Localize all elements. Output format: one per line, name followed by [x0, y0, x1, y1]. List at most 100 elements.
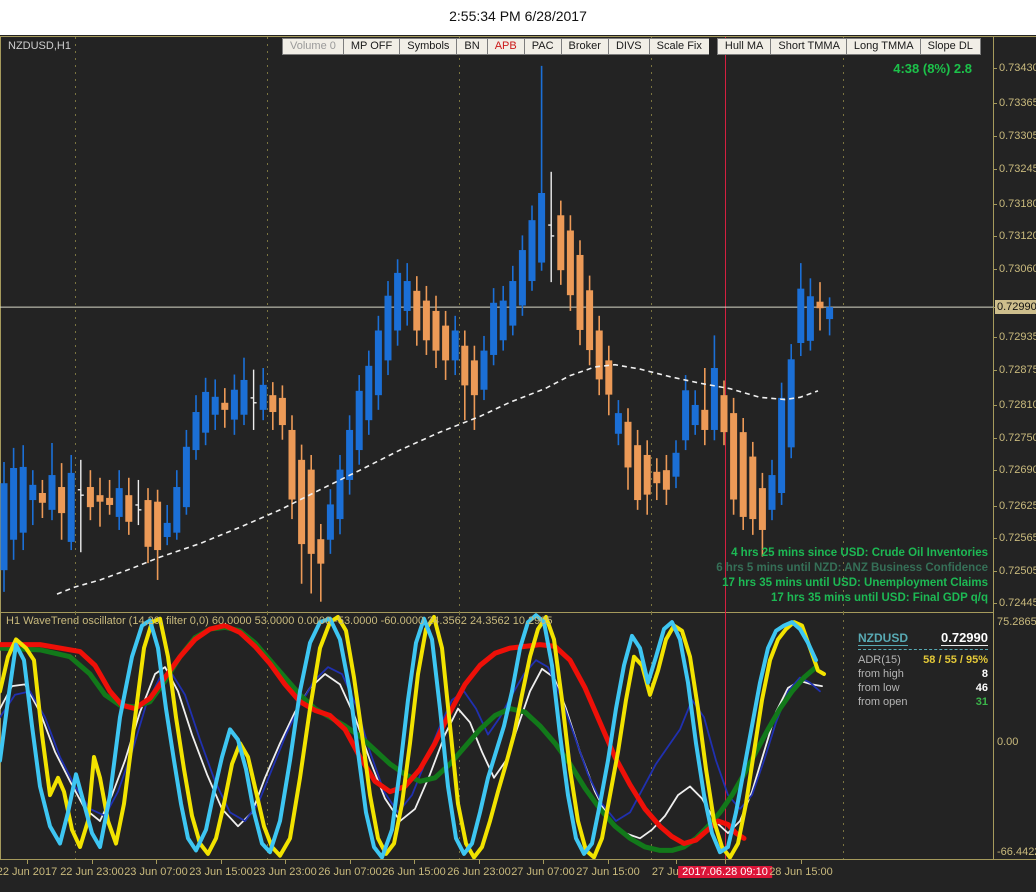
time-axis-label: 23 Jun 15:00 — [189, 866, 253, 878]
price-axis-label: 0.73305 — [999, 129, 1036, 142]
candle-countdown-label: 4:38 (8%) 2.8 — [893, 61, 972, 76]
indicator-title: H1 WaveTrend oscillator (14,20, filter 0… — [6, 615, 553, 627]
osc-axis-max: 75.2865 — [997, 616, 1036, 628]
time-axis-tick — [414, 860, 415, 864]
time-axis-tick — [608, 860, 609, 864]
time-axis-tick — [543, 860, 544, 864]
time-axis-tick — [92, 860, 93, 864]
price-axis-label: 0.73180 — [999, 197, 1036, 210]
time-axis-tick — [350, 860, 351, 864]
price-axis-label: 0.72810 — [999, 398, 1036, 411]
time-axis-label: 26 Jun 15:00 — [382, 866, 446, 878]
info-row-value: 31 — [975, 696, 988, 708]
time-axis-label: 22 Jun 2017 — [0, 866, 58, 878]
toolbar-button-short-tmma[interactable]: Short TMMA — [770, 38, 847, 55]
price-axis-label: 0.73120 — [999, 230, 1036, 243]
wt-yellow-line — [0, 614, 826, 859]
time-axis-tick — [285, 860, 286, 864]
price-axis-tick — [993, 68, 997, 69]
info-row-label: from low — [858, 682, 900, 694]
toolbar-button-mp-off[interactable]: MP OFF — [342, 38, 400, 55]
price-axis-tick — [993, 269, 997, 271]
osc-axis-min: -66.4422 — [997, 846, 1036, 858]
time-axis-label: 26 Jun 23:00 — [447, 866, 511, 878]
price-axis-tick — [993, 236, 997, 238]
toolbar-button-hull-ma[interactable]: Hull MA — [716, 38, 772, 55]
toolbar-button-symbols[interactable]: Symbols — [399, 38, 457, 55]
time-axis-tick — [156, 860, 157, 864]
price-axis-label: 0.72875 — [999, 363, 1036, 376]
time-axis-label-highlighted: 2017.06.28 09:10 — [678, 866, 772, 878]
price-axis-tick — [993, 470, 997, 472]
time-axis-tick — [676, 860, 677, 864]
price-axis-label: 0.72750 — [999, 431, 1036, 444]
price-axis-label: 0.72505 — [999, 564, 1036, 577]
info-row-from-low: from low 46 — [858, 681, 988, 695]
price-axis-label: 0.73060 — [999, 263, 1036, 276]
price-axis-tick — [993, 103, 997, 105]
price-axis-tick — [993, 135, 997, 137]
toolbar-button-volume-0[interactable]: Volume 0 — [282, 38, 343, 55]
market-info-panel: NZDUSD 0.72990 ADR(15) 58 / 55 / 95% from … — [858, 630, 988, 709]
price-axis-label: 0.72565 — [999, 532, 1036, 545]
time-axis-label: 22 Jun 23:00 — [60, 866, 124, 878]
price-axis-label: 0.73245 — [999, 162, 1036, 175]
toolbar-button-pac[interactable]: PAC — [523, 38, 561, 55]
price-axis-tick — [993, 369, 997, 371]
price-axis-label: 0.72625 — [999, 499, 1036, 512]
toolbar-button-long-tmma[interactable]: Long TMMA — [845, 38, 921, 55]
toolbar-button-slope-dl[interactable]: Slope DL — [919, 38, 981, 55]
time-axis-label: 23 Jun 07:00 — [124, 866, 188, 878]
main-chart-canvas[interactable] — [0, 37, 994, 613]
current-price-box: 0.72990 — [995, 300, 1036, 315]
price-axis-label: 0.73365 — [999, 97, 1036, 110]
window-title-bar: 2:55:34 PM 6/28/2017 — [0, 0, 1036, 35]
info-row-adr-15-: ADR(15) 58 / 55 / 95% — [858, 653, 988, 667]
news-line-3: 17 hrs 35 mins until USD: Unemployment C… — [722, 577, 988, 589]
toolbar-button-divs[interactable]: DIVS — [607, 38, 649, 55]
toolbar-button-bn[interactable]: BN — [456, 38, 487, 55]
info-symbol: NZDUSD — [858, 631, 908, 646]
chart-toolbar: Volume 0 MP OFF Symbols BN APB PAC Broker DIVS S… — [282, 38, 981, 55]
toolbar-button-apb[interactable]: APB — [486, 38, 524, 55]
time-axis-label: 27 Jun 07:00 — [511, 866, 575, 878]
info-row-from-high: from high 8 — [858, 667, 988, 681]
info-symbol-row: NZDUSD 0.72990 — [858, 630, 988, 650]
oscillator-canvas[interactable] — [0, 613, 994, 859]
time-axis-tick — [27, 860, 28, 864]
price-axis-label: 0.72445 — [999, 597, 1036, 610]
info-row-value: 8 — [981, 668, 988, 680]
time-axis-tick — [221, 860, 222, 864]
price-axis-tick — [993, 570, 997, 572]
price-axis-tick — [993, 505, 997, 507]
news-annotations: 4 hrs 25 mins since USD: Crude Oil Inven… — [0, 546, 988, 606]
info-row-value: 58 / 55 / 95% — [923, 654, 988, 666]
news-line-1: 4 hrs 25 mins since USD: Crude Oil Inven… — [731, 547, 988, 559]
clock-display: 2:55:34 PM 6/28/2017 — [449, 8, 587, 24]
price-axis-label: 0.72935 — [999, 331, 1036, 344]
price-axis-tick — [993, 337, 997, 339]
price-axis-tick — [993, 168, 997, 170]
info-row-value: 46 — [975, 682, 988, 694]
info-bid-price: 0.72990 — [941, 630, 988, 646]
time-axis-tick — [801, 860, 802, 864]
time-axis-label: 23 Jun 23:00 — [253, 866, 317, 878]
price-axis-label: 0.73430 — [999, 62, 1036, 74]
symbol-timeframe-label: NZDUSD,H1 — [8, 40, 71, 52]
osc-axis-zero: 0.00 — [997, 736, 1019, 748]
toolbar-button-broker[interactable]: Broker — [560, 38, 608, 55]
news-line-4: 17 hrs 35 mins until USD: Final GDP q/q — [770, 592, 988, 604]
price-axis-tick — [993, 538, 997, 540]
terminal-window: 2:55:34 PM 6/28/2017 NZDUSD,H1 Volume 0M… — [0, 0, 1036, 892]
time-axis-label: 28 Jun 15:00 — [769, 866, 833, 878]
price-axis-tick — [993, 437, 997, 439]
info-row-from-open: from open 31 — [858, 695, 988, 709]
price-axis-tick — [993, 603, 997, 605]
price-axis-tick — [993, 404, 997, 406]
info-row-label: from open — [858, 696, 908, 708]
price-axis-label: 0.72690 — [999, 464, 1036, 477]
news-line-2: 6 hrs 5 mins until NZD: ANZ Business Con… — [716, 562, 988, 574]
time-axis[interactable]: 22 Jun 2017 22 Jun 23:00 23 Jun 07:00 23 Ju… — [0, 860, 1036, 892]
price-axis-tick — [993, 203, 997, 205]
toolbar-button-scale-fix[interactable]: Scale Fix — [648, 38, 709, 55]
